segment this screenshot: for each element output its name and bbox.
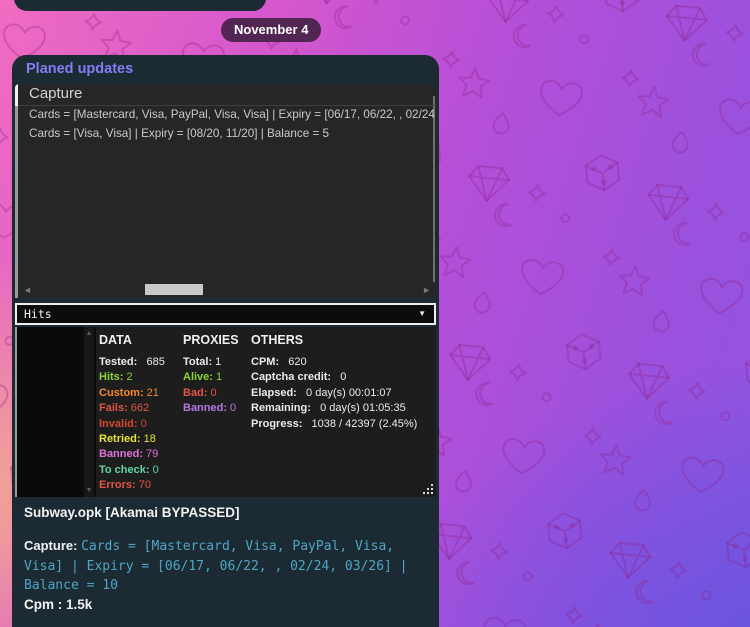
left-scrollbar-strip [15,84,18,298]
message-text: Subway.opk [Akamai BYPASSED] Capture: Ca… [24,505,426,612]
capture-code: Cards = [Mastercard, Visa, PayPal, Visa,… [24,539,408,593]
date-badge[interactable]: November 4 [221,18,321,42]
vertical-scrollbar: ▲ ▼ [84,327,94,497]
stat-row: Custom: 21 [99,386,165,401]
column-header: PROXIES [183,333,239,347]
dropdown-selected-value: Hits [24,307,52,321]
stat-row: Hits: 2 [99,370,165,385]
stat-row: Remaining: 0 day(s) 01:05:35 [251,401,417,416]
stat-row: Tested: 685 [99,355,165,370]
stat-row: Bad: 0 [183,386,239,401]
message-headline: Subway.opk [Akamai BYPASSED] [24,505,426,520]
right-scrollbar-strip [433,96,435,282]
stat-row: Fails: 662 [99,401,165,416]
scroll-left-icon: ◄ [23,285,32,295]
capture-line: Cards = [Visa, Visa] | Expiry = [08/20, … [29,127,436,140]
stat-row: Banned: 79 [99,447,165,462]
stat-row: Errors: 70 [99,478,165,493]
hits-dropdown[interactable]: Hits ▼ [15,303,436,325]
stat-row: CPM: 620 [251,355,417,370]
stat-row: Banned: 0 [183,401,239,416]
resize-grip-icon [423,484,434,495]
capture-section-header: Capture [29,85,82,102]
stat-row: Retried: 18 [99,432,165,447]
cpm-line: Cpm : 1.5k [24,597,426,612]
capture-label: Capture: [24,538,81,553]
divider [18,105,436,106]
stat-rows: Total: 1Alive: 1Bad: 0Banned: 0 [183,355,239,417]
stat-row: Elapsed: 0 day(s) 00:01:07 [251,386,417,401]
capture-line: Cards = [Mastercard, Visa, PayPal, Visa,… [29,108,436,121]
chevron-down-icon: ▼ [418,309,426,318]
screenshot-capture-list[interactable]: Capture Cards = [Mastercard, Visa, PayPa… [15,84,436,298]
stat-row: Captcha credit: 0 [251,370,417,385]
scroll-down-icon: ▼ [84,487,94,494]
stats-column-proxies: PROXIES Total: 1Alive: 1Bad: 0Banned: 0 [183,333,239,417]
stat-rows: Tested: 685Hits: 2Custom: 21Fails: 662In… [99,355,165,494]
scroll-right-icon: ► [422,285,431,295]
horizontal-scrollbar: ◄ ► [18,282,436,298]
stats-column-data: DATA Tested: 685Hits: 2Custom: 21Fails: … [99,333,165,494]
stat-row: Total: 1 [183,355,239,370]
column-header: DATA [99,333,165,347]
channel-title[interactable]: Planed updates [26,61,133,77]
previous-message-bubble-edge [14,0,266,11]
stat-rows: CPM: 620Captcha credit: 0Elapsed: 0 day(… [251,355,417,432]
stat-row: To check: 0 [99,463,165,478]
stat-row: Invalid: 0 [99,417,165,432]
stat-row: Progress: 1038 / 42397 (2.45%) [251,417,417,432]
column-header: OTHERS [251,333,417,347]
stats-column-others: OTHERS CPM: 620Captcha credit: 0Elapsed:… [251,333,417,432]
stat-row: Alive: 1 [183,370,239,385]
screenshot-stats-panel[interactable]: ▲ ▼ DATA Tested: 685Hits: 2Custom: 21Fai… [15,327,436,497]
scrollbar-thumb [145,284,203,295]
capture-paragraph: Capture: Cards = [Mastercard, Visa, PayP… [24,537,426,596]
scroll-up-icon: ▲ [84,330,94,337]
message-bubble: Planed updates Capture Cards = [Masterca… [12,55,439,627]
